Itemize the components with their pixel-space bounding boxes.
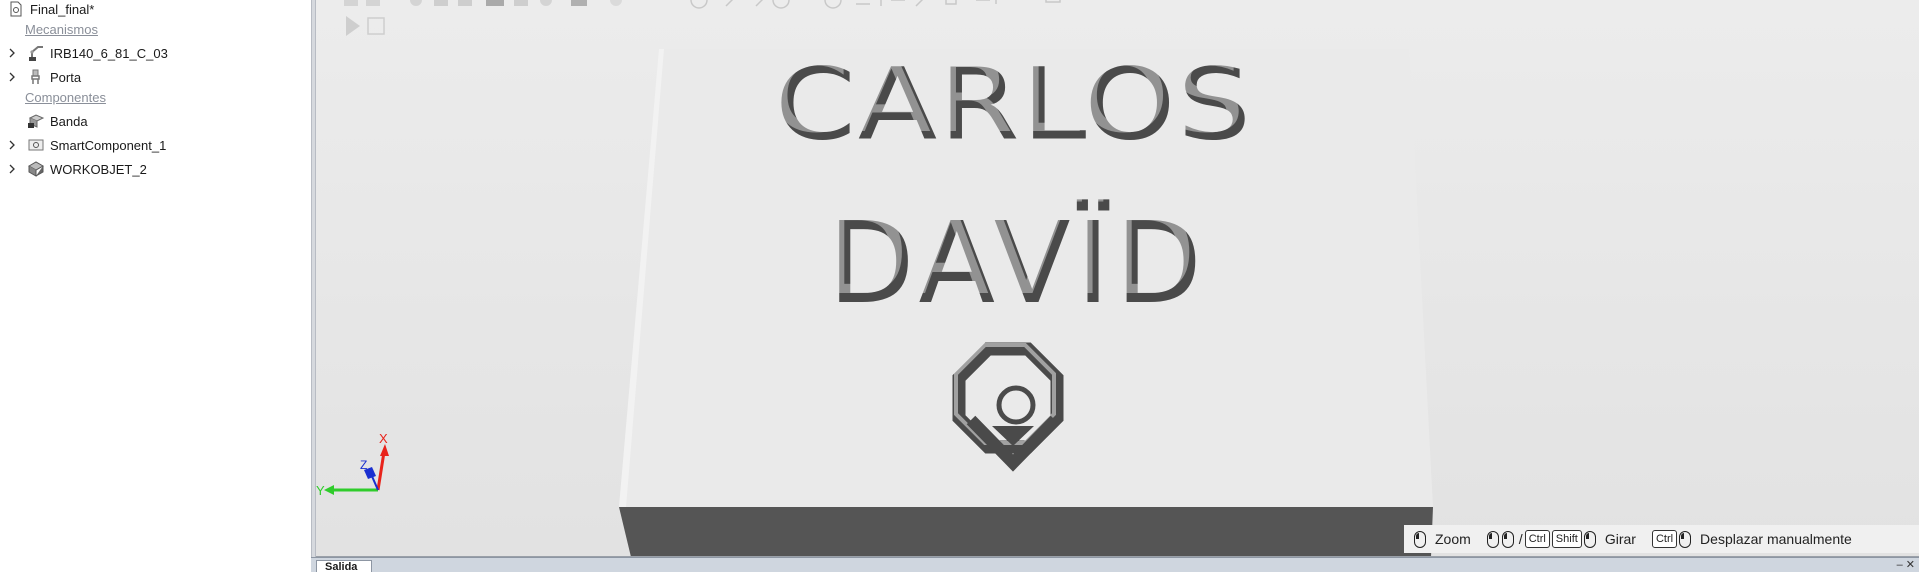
chevron-right-icon[interactable] [6,163,18,175]
axis-y-label: Y [316,483,325,498]
viewport-tool-icon [410,0,422,6]
chevron-right-icon[interactable] [6,139,18,151]
axis-z-label: Z [360,458,367,472]
viewport-tool-icon [610,0,622,6]
panel-controls[interactable]: – ✕ [1897,558,1915,571]
tree-item-workobjet[interactable]: WORKOBJET_2 [6,158,147,180]
chevron-right-icon[interactable] [6,71,18,83]
axis-triad: X Y Z [316,431,389,498]
engraving-line-2: DAVÏD DAVÏD [822,190,1202,329]
mouse-right-icon [1501,530,1514,548]
workobject-icon [26,159,46,179]
tree-item-smartcomponent[interactable]: SmartComponent_1 [6,134,166,156]
zoom-hint: Zoom [1435,531,1471,547]
components-header[interactable]: Componentes [25,90,106,105]
viewport-tool-icon [434,0,448,6]
tree-item-label: WORKOBJET_2 [50,161,147,177]
mouse-left-icon [1679,530,1692,548]
smart-component-icon [26,135,46,155]
mechanisms-header[interactable]: Mecanismos [25,22,98,37]
layout-browser: Final_final* Mecanismos IRB140_6_81_C_03… [0,0,311,572]
svg-text:DAVÏD: DAVÏD [822,190,1202,320]
rotate-hint: Girar [1604,531,1636,547]
mouse-left-icon [1486,530,1499,548]
tree-item-label: Porta [50,69,82,85]
tree-item-label: SmartComponent_1 [50,137,167,153]
viewport-tool-icon [366,0,380,6]
viewport-tool-icon [514,0,528,6]
robot-icon [26,43,46,63]
mouse-left-icon [1583,530,1596,548]
play-icon [346,16,360,36]
pan-hint: Desplazar manualmente [1700,531,1852,547]
viewport-tool-icon [458,0,472,6]
chevron-right-icon[interactable] [6,47,18,59]
viewport-tool-icon [344,0,358,6]
output-panel-strip [311,557,1919,572]
viewport-tool-icon [540,0,552,6]
plate-front-face [619,507,1433,556]
graphics-viewport[interactable]: CARLOS CARLOS DAVÏD DAVÏD X Y Z [316,0,1919,557]
tree-item-banda[interactable]: Banda [6,110,88,132]
stop-icon [367,17,385,35]
shift-key: Shift [1551,530,1582,548]
rotate-separator: / [1518,531,1523,547]
axis-x-label: X [379,431,388,446]
conveyor-icon [26,111,46,131]
viewport-tool-icon [486,0,504,6]
tree-item-porta[interactable]: Porta [6,66,81,88]
svg-text:CARLOS: CARLOS [769,40,1247,154]
ctrl-key: Ctrl [1651,530,1678,548]
tree-item-label: IRB140_6_81_C_03 [50,45,168,61]
mouse-wheel-icon [1414,530,1426,548]
station-label: Final_final* [30,1,95,17]
tool-icon [26,67,46,87]
output-tab[interactable]: Salida [316,560,372,572]
viewport-tool-icon [571,0,587,6]
engraving-line-1: CARLOS CARLOS [769,40,1251,162]
close-icon[interactable]: ✕ [1906,559,1915,571]
viewport-toolbar [344,0,1061,36]
station-file-icon [6,0,26,19]
pin-icon[interactable]: – [1897,559,1903,571]
navigation-hint-bar: Zoom / Ctrl Shift Girar Ctrl Desplazar m… [1404,525,1919,553]
tree-item-irb140[interactable]: IRB140_6_81_C_03 [6,42,168,64]
ctrl-key: Ctrl [1524,530,1550,548]
station-node[interactable]: Final_final* [6,0,94,20]
tree-item-label: Banda [50,113,88,129]
